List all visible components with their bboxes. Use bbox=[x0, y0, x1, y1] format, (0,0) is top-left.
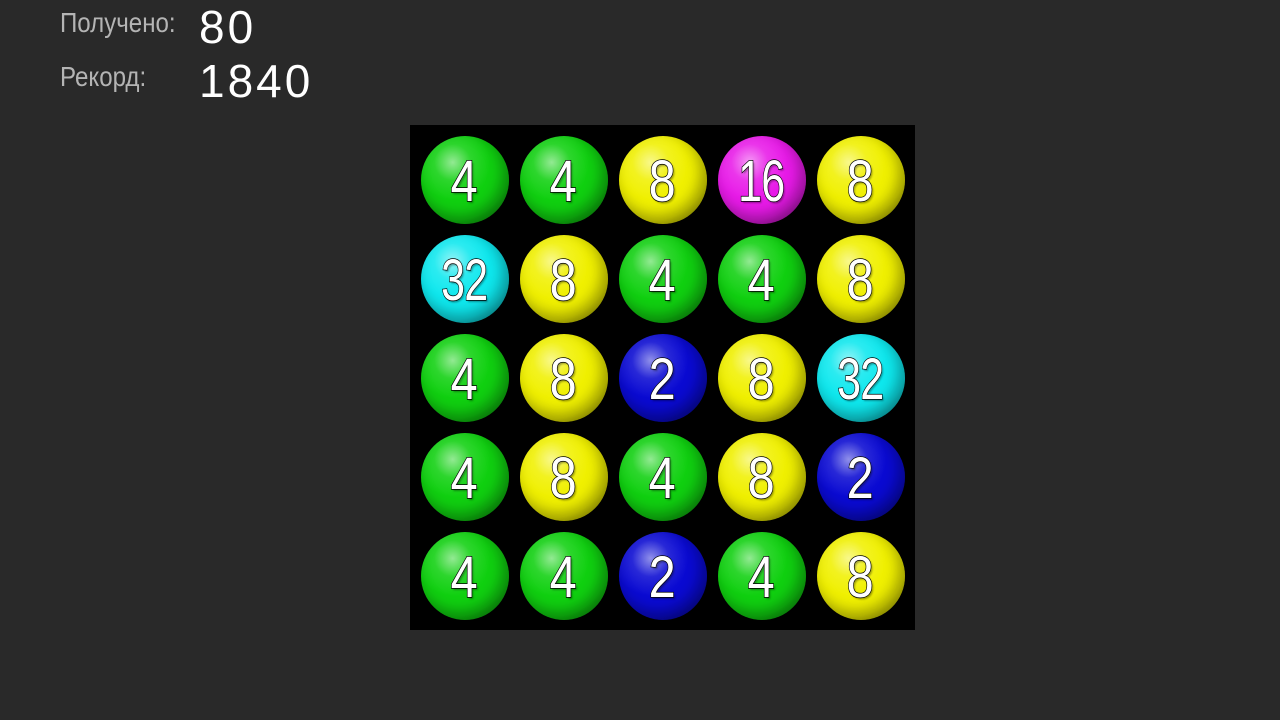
ball-value: 4 bbox=[549, 544, 578, 610]
ball-value: 4 bbox=[549, 148, 578, 214]
ball-32[interactable]: 32 bbox=[420, 234, 509, 323]
ball-4[interactable]: 4 bbox=[717, 531, 806, 620]
board-cell[interactable]: 2 bbox=[811, 427, 910, 526]
ball-2[interactable]: 2 bbox=[618, 531, 707, 620]
ball-value: 32 bbox=[837, 346, 885, 412]
board-cell[interactable]: 4 bbox=[415, 526, 514, 625]
ball-value: 4 bbox=[648, 247, 677, 313]
ball-value: 8 bbox=[846, 247, 875, 313]
board-cell[interactable]: 8 bbox=[811, 130, 910, 229]
ball-value: 8 bbox=[846, 148, 875, 214]
score-value: 80 bbox=[199, 1, 257, 53]
board-cell[interactable]: 2 bbox=[613, 526, 712, 625]
ball-value: 4 bbox=[450, 445, 479, 511]
ball-2[interactable]: 2 bbox=[816, 432, 905, 521]
board-cell[interactable]: 4 bbox=[415, 130, 514, 229]
ball-value: 2 bbox=[648, 346, 677, 412]
ball-value: 8 bbox=[549, 247, 578, 313]
ball-4[interactable]: 4 bbox=[420, 531, 509, 620]
ball-8[interactable]: 8 bbox=[618, 135, 707, 224]
ball-4[interactable]: 4 bbox=[519, 531, 608, 620]
ball-8[interactable]: 8 bbox=[519, 432, 608, 521]
board-cell[interactable]: 4 bbox=[415, 328, 514, 427]
board-cell[interactable]: 4 bbox=[514, 130, 613, 229]
ball-value: 8 bbox=[648, 148, 677, 214]
score-label: Получено: bbox=[60, 7, 176, 38]
ball-4[interactable]: 4 bbox=[420, 432, 509, 521]
board-cell[interactable]: 8 bbox=[811, 526, 910, 625]
ball-value: 4 bbox=[648, 445, 677, 511]
board-cell[interactable]: 4 bbox=[712, 526, 811, 625]
ball-value: 8 bbox=[549, 346, 578, 412]
board-cell[interactable]: 32 bbox=[811, 328, 910, 427]
ball-value: 2 bbox=[648, 544, 677, 610]
ball-4[interactable]: 4 bbox=[420, 135, 509, 224]
board-cell[interactable]: 8 bbox=[712, 328, 811, 427]
board-cell[interactable]: 8 bbox=[514, 328, 613, 427]
ball-4[interactable]: 4 bbox=[618, 432, 707, 521]
ball-value: 4 bbox=[450, 544, 479, 610]
ball-4[interactable]: 4 bbox=[519, 135, 608, 224]
ball-8[interactable]: 8 bbox=[717, 432, 806, 521]
ball-8[interactable]: 8 bbox=[816, 234, 905, 323]
ball-value: 8 bbox=[846, 544, 875, 610]
ball-value: 4 bbox=[747, 247, 776, 313]
record-label: Рекорд: bbox=[60, 61, 147, 92]
board-cell[interactable]: 4 bbox=[613, 229, 712, 328]
record-value: 1840 bbox=[199, 55, 314, 107]
ball-2[interactable]: 2 bbox=[618, 333, 707, 422]
board-cell[interactable]: 4 bbox=[712, 229, 811, 328]
ball-16[interactable]: 16 bbox=[717, 135, 806, 224]
ball-32[interactable]: 32 bbox=[816, 333, 905, 422]
ball-value: 4 bbox=[450, 148, 479, 214]
board-cell[interactable]: 8 bbox=[811, 229, 910, 328]
ball-value: 8 bbox=[747, 346, 776, 412]
board-cell[interactable]: 2 bbox=[613, 328, 712, 427]
ball-value: 4 bbox=[450, 346, 479, 412]
board-cell[interactable]: 8 bbox=[613, 130, 712, 229]
board-cell[interactable]: 4 bbox=[613, 427, 712, 526]
ball-8[interactable]: 8 bbox=[816, 531, 905, 620]
ball-4[interactable]: 4 bbox=[420, 333, 509, 422]
ball-8[interactable]: 8 bbox=[519, 234, 608, 323]
board-cell[interactable]: 32 bbox=[415, 229, 514, 328]
board-cell[interactable]: 8 bbox=[514, 427, 613, 526]
ball-value: 16 bbox=[738, 148, 786, 214]
board-cell[interactable]: 8 bbox=[712, 427, 811, 526]
ball-4[interactable]: 4 bbox=[618, 234, 707, 323]
ball-8[interactable]: 8 bbox=[816, 135, 905, 224]
ball-4[interactable]: 4 bbox=[717, 234, 806, 323]
ball-value: 8 bbox=[747, 445, 776, 511]
ball-value: 8 bbox=[549, 445, 578, 511]
board-cell[interactable]: 16 bbox=[712, 130, 811, 229]
ball-value: 4 bbox=[747, 544, 776, 610]
board-cell[interactable]: 4 bbox=[415, 427, 514, 526]
board-cell[interactable]: 8 bbox=[514, 229, 613, 328]
game-board: 4 4 8 16 8 32 8 4 4 8 4 8 2 8 32 4 8 4 8 2 4 4 2 4 8 bbox=[410, 125, 915, 630]
ball-value: 2 bbox=[846, 445, 875, 511]
ball-8[interactable]: 8 bbox=[717, 333, 806, 422]
board-cell[interactable]: 4 bbox=[514, 526, 613, 625]
ball-8[interactable]: 8 bbox=[519, 333, 608, 422]
ball-value: 32 bbox=[441, 247, 489, 313]
